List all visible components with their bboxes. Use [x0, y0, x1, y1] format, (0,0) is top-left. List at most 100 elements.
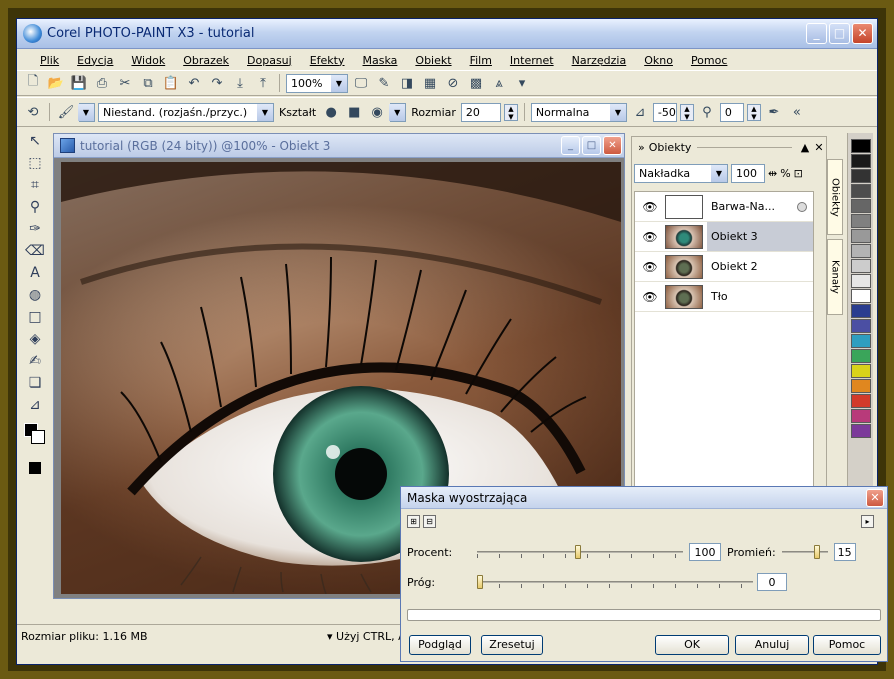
mask-remove-icon[interactable]: ⊘: [443, 73, 463, 93]
fill-color[interactable]: [29, 462, 41, 474]
effect-tool-icon[interactable]: ✍: [23, 351, 47, 372]
image-sprayer-tool-icon[interactable]: ⊿: [23, 395, 47, 416]
redo-icon[interactable]: ↷: [207, 73, 227, 93]
fill-tool-icon[interactable]: ◈: [23, 329, 47, 350]
clone-tool-icon[interactable]: ❏: [23, 373, 47, 394]
palette-color-swatch[interactable]: [850, 409, 871, 423]
mask-marquee-icon[interactable]: ▦: [420, 73, 440, 93]
eyedropper-icon[interactable]: ✎: [374, 73, 394, 93]
compare-preview-icon[interactable]: ⊞: [407, 515, 420, 528]
crop-tool-icon[interactable]: ⌗: [23, 175, 47, 196]
zoom-tool-icon[interactable]: ⚲: [23, 197, 47, 218]
square-shape-icon[interactable]: ■: [344, 102, 364, 122]
help-button[interactable]: Pomoc: [813, 635, 881, 655]
cut-icon[interactable]: ✂: [115, 73, 135, 93]
chevron-down-icon[interactable]: ▼: [711, 164, 727, 182]
minimize-button[interactable]: _: [806, 23, 827, 44]
antialias-icon[interactable]: ✒: [764, 102, 784, 122]
palette-color-swatch[interactable]: [850, 304, 871, 318]
rectangle-mask-tool-icon[interactable]: ⬚: [23, 153, 47, 174]
palette-color-swatch[interactable]: [850, 394, 871, 408]
menu-obiekt[interactable]: Obiekt: [406, 54, 460, 67]
visibility-eye-icon[interactable]: 👁: [635, 290, 665, 304]
opacity-field[interactable]: 100: [731, 163, 765, 183]
visibility-eye-icon[interactable]: 👁: [635, 230, 665, 244]
open-icon[interactable]: 📂: [46, 73, 66, 93]
close-button[interactable]: ✕: [852, 23, 873, 44]
amount-field[interactable]: -50: [652, 102, 677, 122]
opacity-slider-icon[interactable]: ⇹: [768, 167, 777, 180]
radius-slider[interactable]: [781, 544, 828, 560]
application-launcher-icon[interactable]: ⩓: [489, 73, 509, 93]
print-icon[interactable]: ⎙: [92, 73, 112, 93]
size-spinner[interactable]: ▲ ▼: [503, 103, 518, 121]
menu-okno[interactable]: Okno: [635, 54, 682, 67]
dialog-close-button[interactable]: ✕: [866, 489, 884, 507]
nib-picker[interactable]: ▼: [389, 102, 407, 122]
size-field[interactable]: 20: [460, 102, 501, 122]
export-icon[interactable]: ⤒: [253, 73, 273, 93]
doc-maximize-button[interactable]: □: [582, 136, 601, 155]
menu-obrazek[interactable]: Obrazek: [174, 54, 238, 67]
undo-icon[interactable]: ↶: [184, 73, 204, 93]
radius-slider-thumb[interactable]: [813, 545, 820, 559]
menu-dopasuj[interactable]: Dopasuj: [238, 54, 301, 67]
palette-color-swatch[interactable]: [850, 319, 871, 333]
eyedropper-tool-icon[interactable]: ✑: [23, 219, 47, 240]
expand-dialog-icon[interactable]: ▸: [861, 515, 874, 528]
tab-obiekty[interactable]: Obiekty: [827, 159, 843, 235]
reset-button[interactable]: Zresetuj: [481, 635, 543, 655]
save-icon[interactable]: 💾: [69, 73, 89, 93]
menu-efekty[interactable]: Efekty: [301, 54, 354, 67]
visibility-eye-icon[interactable]: 👁: [635, 260, 665, 274]
chevron-down-icon[interactable]: ▼: [78, 103, 94, 121]
menu-plik[interactable]: Plik: [31, 54, 68, 67]
chevron-down-icon[interactable]: ▼: [331, 74, 347, 92]
palette-color-swatch[interactable]: [850, 184, 871, 198]
palette-color-swatch[interactable]: [850, 154, 871, 168]
mask-overlay-icon[interactable]: ◨: [397, 73, 417, 93]
menu-widok[interactable]: Widok: [122, 54, 174, 67]
menu-narzedzia[interactable]: Narzędzia: [563, 54, 636, 67]
transparency-spinner[interactable]: ▲ ▼: [746, 103, 761, 121]
menu-pomoc[interactable]: Pomoc: [682, 54, 736, 67]
palette-color-swatch[interactable]: [850, 214, 871, 228]
single-preview-icon[interactable]: ⊟: [423, 515, 436, 528]
palette-color-swatch[interactable]: [850, 244, 871, 258]
palette-color-swatch[interactable]: [850, 379, 871, 393]
eraser-tool-icon[interactable]: ⌫: [23, 241, 47, 262]
brush-reset-icon[interactable]: ⟲: [23, 102, 43, 122]
blend-mode-combo[interactable]: Normalna ▼: [530, 102, 627, 122]
visibility-eye-icon[interactable]: 👁: [635, 200, 665, 214]
text-tool-icon[interactable]: A: [23, 263, 47, 284]
new-icon[interactable]: 🗋: [23, 73, 43, 93]
preview-button[interactable]: Podgląd: [409, 635, 471, 655]
palette-color-swatch[interactable]: [850, 169, 871, 183]
layer-row[interactable]: 👁 Obiekt 2: [635, 252, 813, 282]
palette-color-swatch[interactable]: [850, 349, 871, 363]
palette-color-swatch[interactable]: [850, 334, 871, 348]
palette-color-swatch[interactable]: [850, 199, 871, 213]
layer-row[interactable]: 👁 Barwa-Na...: [635, 192, 813, 222]
cancel-button[interactable]: Anuluj: [735, 635, 809, 655]
palette-color-swatch[interactable]: [850, 139, 871, 153]
zoom-combo[interactable]: 100% ▼: [286, 73, 348, 93]
radius-field[interactable]: 15: [833, 543, 856, 561]
palette-color-swatch[interactable]: [850, 259, 871, 273]
full-screen-icon[interactable]: 🖵: [351, 73, 371, 93]
doc-minimize-button[interactable]: _: [561, 136, 580, 155]
merge-mode-combo[interactable]: Nakładka ▼: [634, 163, 728, 183]
percent-slider[interactable]: [477, 544, 683, 560]
paste-icon[interactable]: 📋: [161, 73, 181, 93]
menu-internet[interactable]: Internet: [501, 54, 563, 67]
pick-tool-icon[interactable]: ↖: [23, 131, 47, 152]
docker-collapse-icon[interactable]: ▲: [798, 141, 812, 154]
rectangle-tool-icon[interactable]: □: [23, 307, 47, 328]
red-eye-tool-icon[interactable]: ◍: [23, 285, 47, 306]
dropdown-arrow-icon[interactable]: ▾: [512, 73, 532, 93]
ok-button[interactable]: OK: [655, 635, 729, 655]
brush-picker[interactable]: ▼: [78, 102, 95, 122]
amount-spinner[interactable]: ▲ ▼: [679, 103, 694, 121]
palette-color-swatch[interactable]: [850, 424, 871, 438]
object-marquee-icon[interactable]: ▩: [466, 73, 486, 93]
